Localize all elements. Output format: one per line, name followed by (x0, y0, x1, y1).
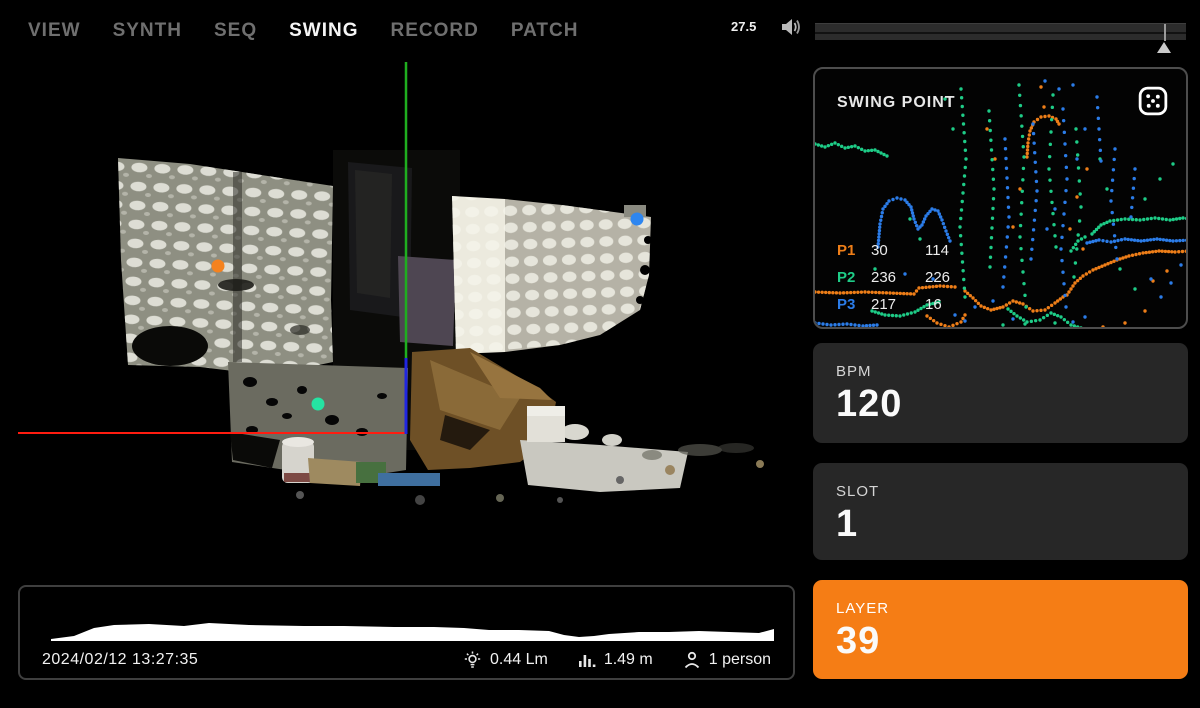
legend-p3-label: P3 (837, 296, 856, 313)
volume-slider-thumb[interactable] (1157, 42, 1172, 53)
main-nav: VIEW SYNTH SEQ SWING RECORD PATCH (28, 20, 578, 42)
timestamp: 2024/02/12 13:27:35 (42, 650, 199, 668)
stats-group: 0.44 Lm 1.49 m 1 person (463, 650, 771, 669)
nav-tab-synth[interactable]: SYNTH (113, 20, 182, 42)
brightness-icon (464, 651, 481, 668)
volume-value: 27.5 (731, 19, 757, 34)
randomize-dice-button[interactable] (1138, 86, 1168, 116)
swing-point-panel[interactable]: SWING POINT P1 30 114 P2 236 226 P3 217 … (813, 67, 1188, 329)
right-foam-wall (452, 196, 652, 354)
volume-slider[interactable] (815, 23, 1186, 53)
layer-value: 39 (836, 620, 881, 662)
legend-p1-x: 30 (871, 242, 888, 259)
volume-slider-groove (815, 32, 1186, 34)
nav-tab-patch[interactable]: PATCH (511, 20, 579, 42)
legend-p2-label: P2 (837, 269, 856, 286)
legend-p1-label: P1 (837, 242, 856, 259)
nav-tab-record[interactable]: RECORD (390, 20, 478, 42)
stat-height: 1.49 m (578, 651, 653, 669)
status-bar: 2024/02/12 13:27:35 0.44 Lm 1.49 m 1 per… (18, 585, 795, 680)
p1-marker[interactable] (211, 259, 225, 273)
desk-clutter (228, 348, 764, 505)
stat-luminance: 0.44 Lm (463, 650, 548, 669)
nav-tab-seq[interactable]: SEQ (214, 20, 257, 42)
stat-person-value: 1 person (708, 650, 771, 668)
bpm-label: BPM (836, 363, 872, 380)
legend-p2-y: 226 (925, 269, 951, 286)
person-icon (684, 651, 699, 668)
p2-marker[interactable] (311, 397, 325, 411)
volume-slider-notch (1164, 24, 1167, 41)
bpm-value: 120 (836, 383, 903, 425)
dice-icon (1138, 86, 1168, 116)
nav-tab-view[interactable]: VIEW (28, 20, 81, 42)
layer-label: LAYER (836, 600, 890, 617)
stat-luminance-value: 0.44 Lm (490, 650, 548, 668)
p3-marker[interactable] (630, 212, 644, 226)
stat-height-value: 1.49 m (603, 650, 653, 668)
swing-legend: P1 30 114 P2 236 226 P3 217 16 (837, 237, 950, 318)
slot-panel[interactable]: SLOT 1 (813, 463, 1188, 560)
status-row: 2024/02/12 13:27:35 0.44 Lm 1.49 m 1 per… (20, 650, 793, 669)
bpm-panel[interactable]: BPM 120 (813, 343, 1188, 443)
legend-p1-y: 114 (925, 242, 949, 259)
left-foam-wall (118, 158, 333, 373)
legend-row-p1[interactable]: P1 30 114 (837, 237, 950, 264)
swing-panel-title: SWING POINT (837, 94, 956, 111)
slot-value: 1 (836, 503, 859, 545)
speaker-icon (781, 16, 803, 43)
legend-row-p3[interactable]: P3 217 16 (837, 291, 950, 318)
legend-row-p2[interactable]: P2 236 226 (837, 264, 950, 291)
legend-p2-x: 236 (871, 269, 897, 286)
layer-panel[interactable]: LAYER 39 (813, 580, 1188, 679)
level-meter-icon (578, 654, 596, 667)
legend-p3-x: 217 (871, 296, 897, 313)
legend-p3-y: 16 (925, 296, 942, 313)
nav-tab-swing[interactable]: SWING (289, 20, 358, 42)
loudness-waveform (51, 623, 774, 641)
slot-label: SLOT (836, 483, 880, 500)
stat-person-count: 1 person (683, 651, 771, 669)
